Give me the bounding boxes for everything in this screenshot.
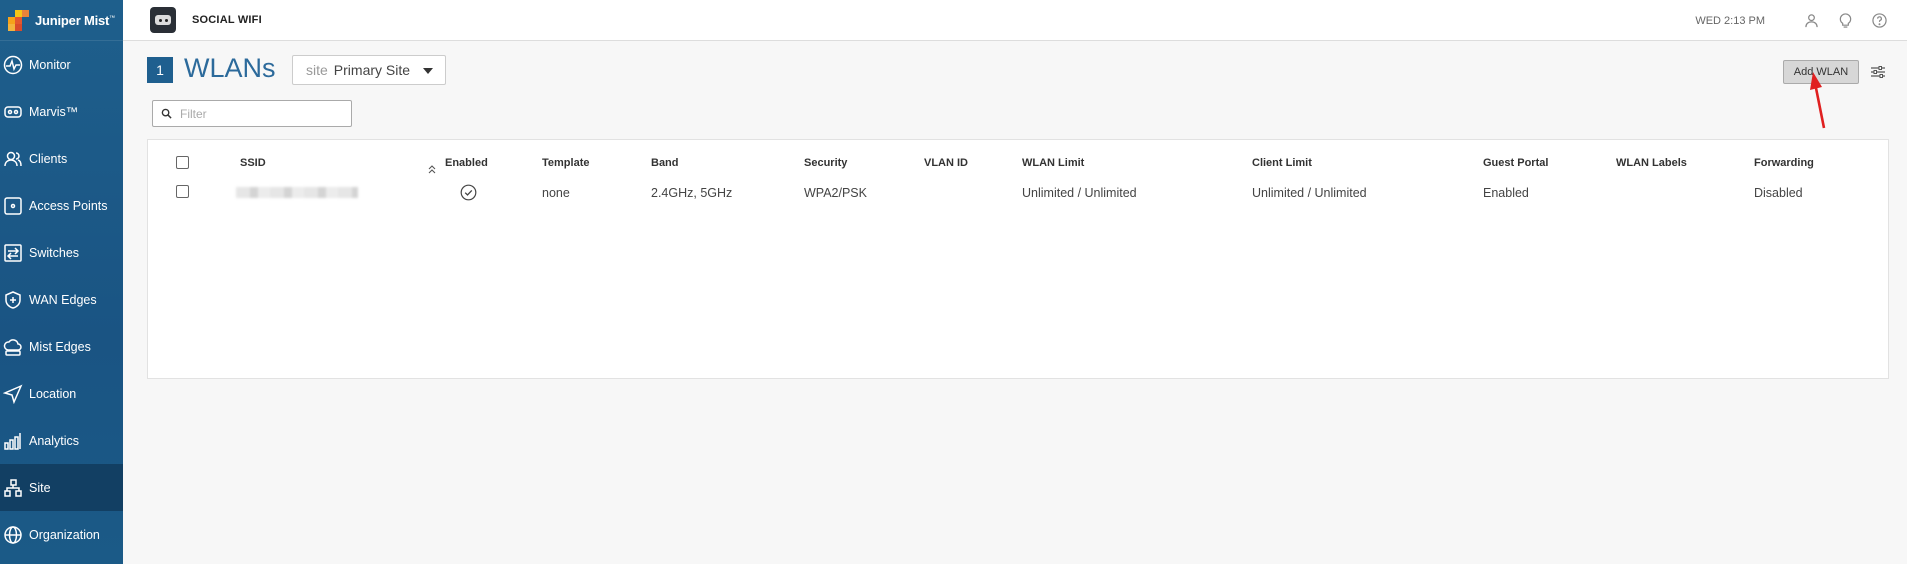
sidebar-item-switches[interactable]: Switches (0, 229, 123, 276)
enabled-check-icon (460, 184, 477, 201)
sidebar-item-label: Organization (29, 527, 100, 542)
sidebar-item-label: Location (29, 386, 77, 401)
logo-text: Juniper Mist™ (35, 12, 115, 28)
sidebar-item-analytics[interactable]: Analytics (0, 417, 123, 464)
user-icon[interactable] (1803, 13, 1819, 29)
table-settings-icon[interactable] (1870, 64, 1886, 80)
org-name[interactable]: SOCIAL WIFI (192, 14, 262, 26)
column-header-template[interactable]: Template (542, 157, 589, 169)
mist-edge-icon (2, 336, 24, 358)
cell-band: 2.4GHz, 5GHz (651, 186, 733, 200)
help-icon[interactable] (1871, 13, 1887, 29)
marvis-icon (2, 101, 24, 123)
column-header-forwarding[interactable]: Forwarding (1754, 157, 1814, 169)
top-bar: SOCIAL WIFI WED 2:13 PM (123, 0, 1907, 41)
filter-input[interactable] (180, 106, 340, 121)
sidebar: Juniper Mist™ Monitor Marvis™ Clients Ac… (0, 0, 123, 564)
site-dropdown-value: Primary Site (333, 62, 411, 78)
ssid-redacted[interactable] (236, 187, 358, 198)
site-dropdown[interactable]: site Primary Site (292, 55, 446, 85)
row-checkbox[interactable] (176, 185, 189, 198)
sidebar-item-wan-edges[interactable]: WAN Edges (0, 276, 123, 323)
column-header-wlan-labels[interactable]: WLAN Labels (1616, 157, 1687, 169)
cell-client-limit: Unlimited / Unlimited (1252, 186, 1367, 200)
sidebar-item-label: WAN Edges (29, 292, 97, 307)
organization-icon (2, 524, 24, 546)
sidebar-item-label: Monitor (29, 57, 71, 72)
sidebar-item-organization[interactable]: Organization (0, 511, 123, 558)
column-header-band[interactable]: Band (651, 157, 679, 169)
chevron-down-icon (423, 68, 433, 74)
access-point-icon (2, 195, 24, 217)
site-icon (2, 477, 24, 499)
site-dropdown-label: site (306, 62, 328, 78)
juniper-logo-icon (8, 9, 30, 31)
cell-template: none (542, 186, 570, 200)
monitor-icon (2, 54, 24, 76)
sidebar-item-marvis[interactable]: Marvis™ (0, 88, 123, 135)
logo[interactable]: Juniper Mist™ (0, 0, 123, 41)
column-header-client-limit[interactable]: Client Limit (1252, 157, 1312, 169)
analytics-icon (2, 430, 24, 452)
page-title: WLANs (184, 53, 276, 83)
column-header-enabled[interactable]: Enabled (445, 157, 488, 169)
sidebar-item-label: Switches (29, 245, 80, 260)
sidebar-item-label: Site (29, 480, 51, 495)
column-header-vlan-id[interactable]: VLAN ID (924, 157, 968, 169)
sidebar-item-label: Analytics (29, 433, 80, 448)
lightbulb-icon[interactable] (1837, 13, 1853, 29)
sidebar-item-access-points[interactable]: Access Points (0, 182, 123, 229)
select-all-checkbox[interactable] (176, 156, 189, 169)
wlan-table: SSID Enabled Template Band Security VLAN… (147, 139, 1889, 379)
cell-security: WPA2/PSK (804, 186, 867, 200)
column-header-guest-portal[interactable]: Guest Portal (1483, 157, 1548, 169)
current-time: WED 2:13 PM (1695, 14, 1765, 27)
column-header-wlan-limit[interactable]: WLAN Limit (1022, 157, 1084, 169)
org-avatar-icon[interactable] (150, 7, 176, 33)
sidebar-item-monitor[interactable]: Monitor (0, 41, 123, 88)
sort-ascending-icon[interactable] (427, 164, 437, 174)
cell-forwarding: Disabled (1754, 186, 1803, 200)
sidebar-item-label: Mist Edges (29, 339, 91, 354)
cell-guest-portal: Enabled (1483, 186, 1529, 200)
switch-icon (2, 242, 24, 264)
sidebar-item-location[interactable]: Location (0, 370, 123, 417)
column-header-ssid[interactable]: SSID (240, 157, 266, 169)
search-icon (161, 108, 172, 119)
cell-wlan-limit: Unlimited / Unlimited (1022, 186, 1137, 200)
clients-icon (2, 148, 24, 170)
sidebar-item-label: Marvis™ (29, 104, 79, 119)
sidebar-item-clients[interactable]: Clients (0, 135, 123, 182)
sidebar-item-label: Clients (29, 151, 68, 166)
sidebar-item-label: Access Points (29, 198, 108, 213)
filter-box (152, 100, 352, 127)
annotation-arrow-icon (1810, 72, 1826, 129)
column-header-security[interactable]: Security (804, 157, 847, 169)
location-icon (2, 383, 24, 405)
wlan-count-badge: 1 (147, 57, 173, 83)
wan-edge-icon (2, 289, 24, 311)
sidebar-item-mist-edges[interactable]: Mist Edges (0, 323, 123, 370)
sidebar-item-site[interactable]: Site (0, 464, 123, 511)
